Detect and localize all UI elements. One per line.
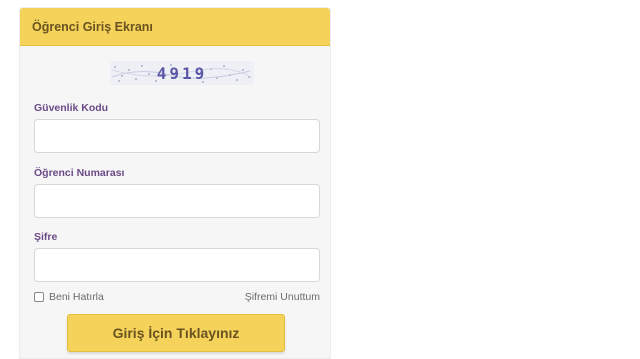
password-input[interactable] <box>34 248 320 282</box>
panel-title: Öğrenci Giriş Ekranı <box>32 19 153 34</box>
page: Öğrenci Giriş Ekranı 4919 Güvenlik Kodu … <box>0 0 640 359</box>
student-number-input[interactable] <box>34 184 320 218</box>
captcha-image: 4919 <box>110 61 254 85</box>
panel-header: Öğrenci Giriş Ekranı <box>20 8 330 46</box>
forgot-password-link[interactable]: Şifremi Unuttum <box>245 291 320 303</box>
captcha-code-text: 4919 <box>157 64 208 83</box>
login-panel: Öğrenci Giriş Ekranı 4919 Güvenlik Kodu … <box>19 7 331 359</box>
student-number-label: Öğrenci Numarası <box>34 167 125 179</box>
remember-me-label: Beni Hatırla <box>49 291 104 303</box>
login-button[interactable]: Giriş İçin Tıklayınız <box>67 314 285 352</box>
remember-me-option[interactable]: Beni Hatırla <box>34 291 104 303</box>
password-label: Şifre <box>34 231 58 243</box>
captcha-noise-graphic: 4919 <box>110 61 254 85</box>
security-code-input[interactable] <box>34 119 320 153</box>
security-code-label: Güvenlik Kodu <box>34 102 109 114</box>
remember-me-checkbox[interactable] <box>34 292 44 302</box>
